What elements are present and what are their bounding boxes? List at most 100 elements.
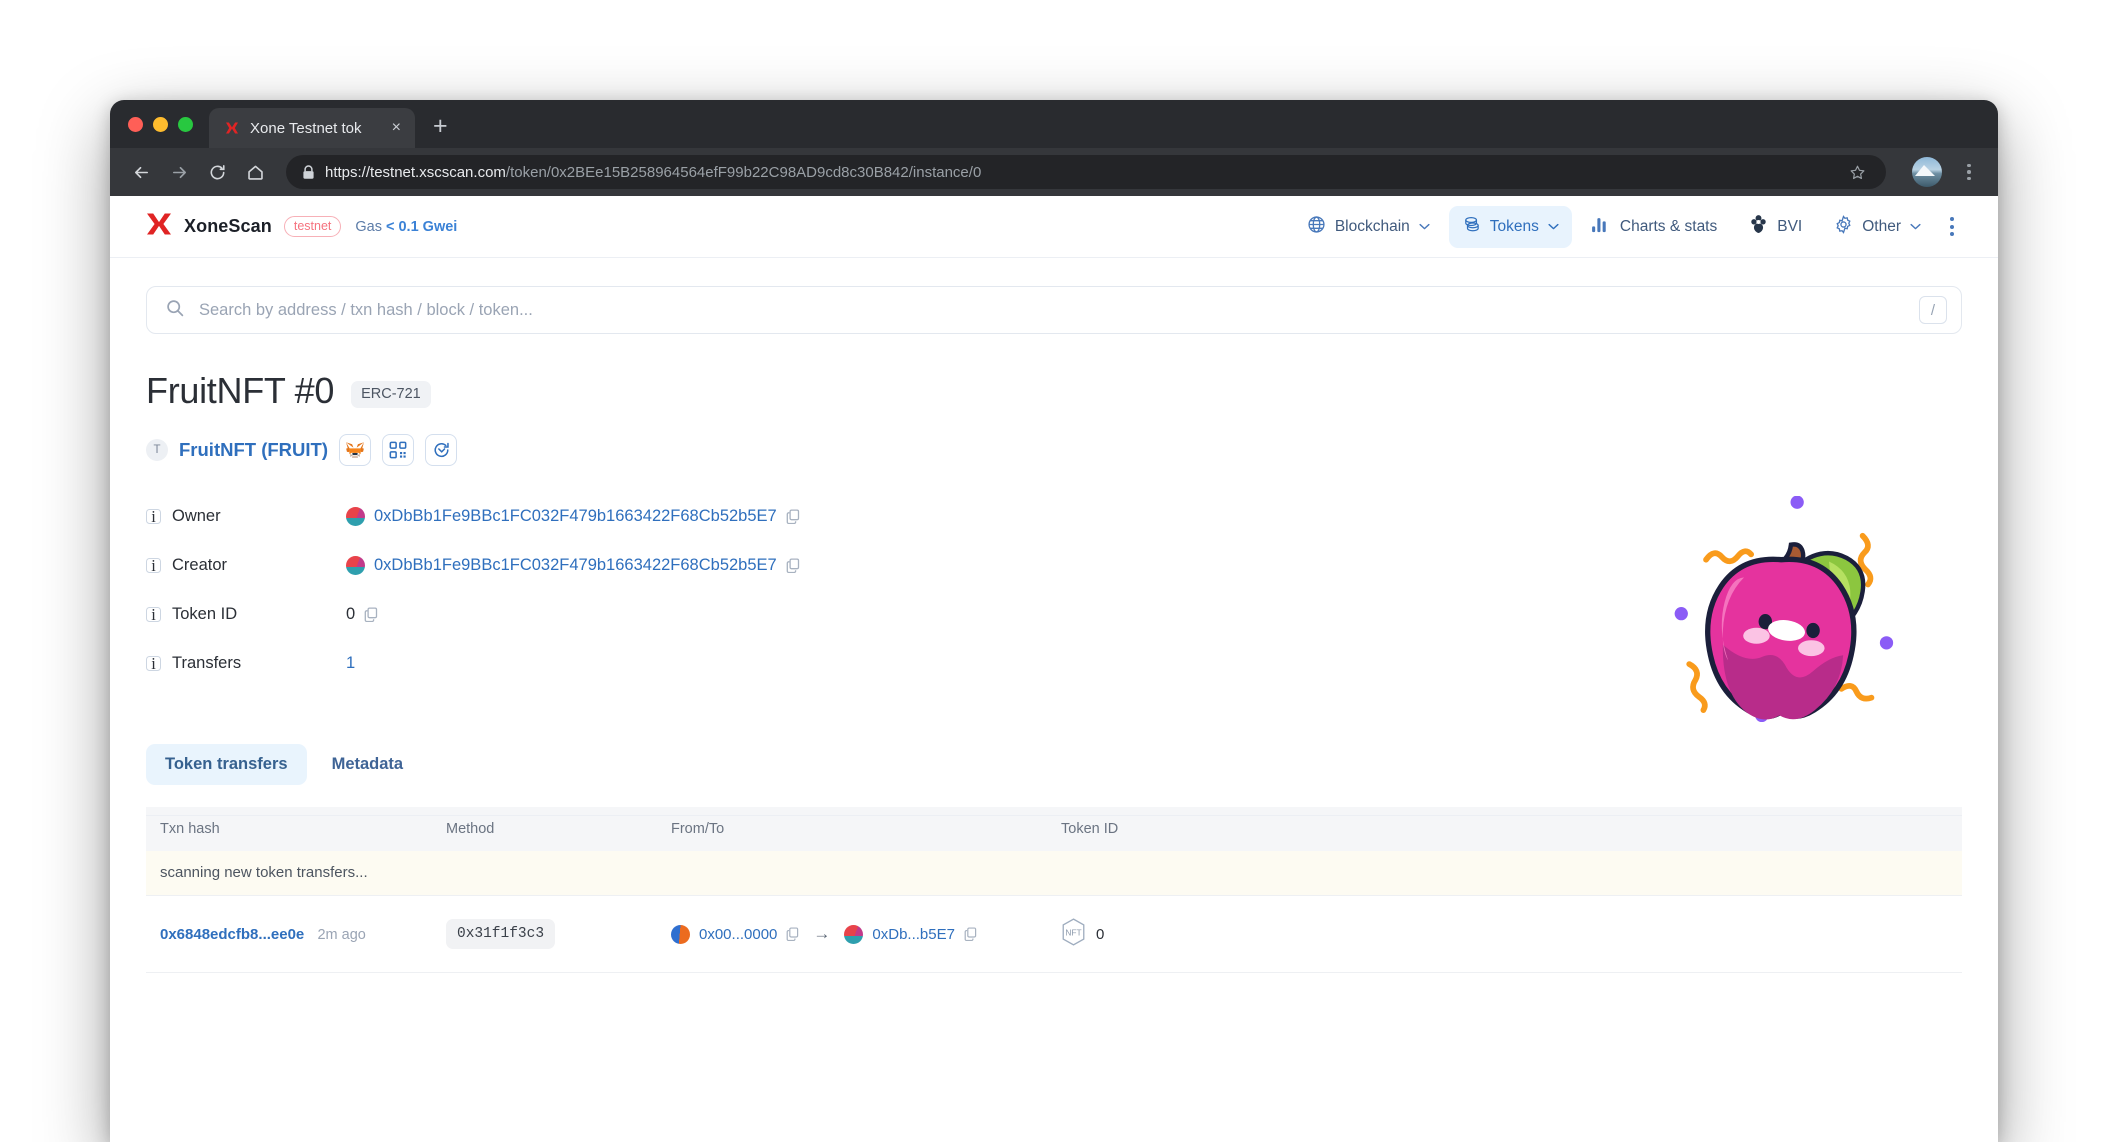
address-bar[interactable]: https://testnet.xscscan.com/token/0x2BEe… (286, 155, 1886, 189)
confetti-dot (1675, 607, 1688, 620)
transfer-arrow-icon: → (813, 924, 830, 944)
refresh-metadata-button[interactable] (425, 434, 457, 466)
nft-hexagon-icon: NFT (1061, 918, 1086, 950)
transfers-count-link[interactable]: 1 (346, 654, 355, 673)
new-tab-button[interactable]: + (433, 114, 448, 139)
owner-address-link[interactable]: 0xDbBb1Fe9BBc1FC032F479b1663422F68Cb52b5… (374, 507, 777, 526)
detail-label-block: i Token ID (146, 605, 346, 624)
tab-metadata[interactable]: Metadata (313, 744, 423, 785)
close-window-button[interactable] (128, 117, 143, 132)
window-traffic-lights (124, 100, 201, 148)
home-button[interactable] (238, 155, 272, 189)
xone-x-icon (223, 119, 241, 137)
copy-icon[interactable] (364, 607, 378, 622)
back-button[interactable] (124, 155, 158, 189)
xonescan-logo (146, 212, 172, 241)
coins-icon (1462, 215, 1481, 239)
token-collection-link[interactable]: FruitNFT (FRUIT) (179, 439, 328, 461)
nav-item-label: Blockchain (1335, 218, 1410, 236)
confetti-dot (1791, 496, 1804, 509)
method-badge: 0x31f1f3c3 (446, 919, 555, 949)
tab-token-transfers[interactable]: Token transfers (146, 744, 307, 785)
url-host: https://testnet.xscscan.com (325, 164, 506, 181)
profile-avatar[interactable] (1912, 157, 1942, 187)
detail-value-block: 0xDbBb1Fe9BBc1FC032F479b1663422F68Cb52b5… (346, 507, 800, 526)
nav-kebab-icon[interactable] (1940, 207, 1964, 246)
scanning-notice-text: scanning new token transfers... (146, 851, 1962, 896)
metamask-add-token-button[interactable] (339, 434, 371, 466)
nav-item-label: Tokens (1490, 218, 1539, 236)
token-id-block: NFT 0 (1061, 918, 1104, 950)
cell-txn-hash: 0x6848edcfb8...ee0e 2m ago (146, 896, 446, 973)
forward-button[interactable] (162, 155, 196, 189)
info-icon[interactable]: i (146, 509, 161, 524)
from-to-block: 0x00...0000 → 0xDb...b5E7 (671, 924, 1061, 944)
detail-value-block: 0xDbBb1Fe9BBc1FC032F479b1663422F68Cb52b5… (346, 556, 800, 575)
eye-right (1806, 623, 1819, 638)
txn-hash-link[interactable]: 0x6848edcfb8...ee0e (160, 926, 304, 943)
detail-value-block: 0 (346, 605, 378, 624)
address-bar-url: https://testnet.xscscan.com/token/0x2BEe… (325, 164, 1832, 181)
creator-address-link[interactable]: 0xDbBb1Fe9BBc1FC032F479b1663422F68Cb52b5… (374, 556, 777, 575)
identicon-from (671, 925, 690, 944)
detail-label: Transfers (172, 654, 241, 673)
maximize-window-button[interactable] (178, 117, 193, 132)
nav-item-bvi[interactable]: BVI (1736, 205, 1815, 248)
lock-icon (302, 165, 315, 180)
nav-item-tokens[interactable]: Tokens (1449, 206, 1572, 248)
column-header-from-to: From/To (671, 807, 1061, 851)
network-badge: testnet (284, 216, 342, 237)
scanning-notice-row: scanning new token transfers... (146, 851, 1962, 896)
search-icon (165, 298, 185, 323)
nav-item-other[interactable]: Other (1821, 206, 1934, 248)
detail-label: Creator (172, 556, 227, 575)
copy-icon[interactable] (786, 558, 800, 573)
detail-label: Owner (172, 507, 221, 526)
detail-label-block: i Owner (146, 507, 346, 526)
content-tabs: Token transfers Metadata (146, 744, 1962, 785)
copy-icon[interactable] (786, 509, 800, 524)
url-path: /token/0x2BEe15B258964564efF99b22C98AD9c… (506, 164, 981, 181)
info-icon[interactable]: i (146, 607, 161, 622)
page-title-row: FruitNFT #0 ERC-721 (146, 370, 1962, 412)
search-placeholder: Search by address / txn hash / block / t… (199, 301, 1905, 320)
table-row: 0x6848edcfb8...ee0e 2m ago 0x31f1f3c3 0x… (146, 896, 1962, 973)
token-avatar: T (146, 439, 168, 461)
info-icon[interactable]: i (146, 558, 161, 573)
column-header-token-id: Token ID (1061, 807, 1962, 851)
detail-label: Token ID (172, 605, 237, 624)
search-shortcut-badge: / (1919, 296, 1947, 324)
copy-icon[interactable] (786, 927, 799, 941)
from-address-link[interactable]: 0x00...0000 (699, 926, 777, 943)
gas-label: Gas (355, 219, 386, 235)
nav-item-charts-stats[interactable]: Charts & stats (1578, 206, 1730, 248)
gas-tracker[interactable]: Gas < 0.1 Gwei (355, 219, 457, 235)
detail-label-block: i Creator (146, 556, 346, 575)
reload-button[interactable] (200, 155, 234, 189)
site-header: XoneScan testnet Gas < 0.1 Gwei Blockcha… (110, 196, 1998, 258)
token-standard-badge: ERC-721 (351, 381, 431, 408)
chevron-down-icon (1548, 221, 1559, 233)
cell-token-id: NFT 0 (1061, 896, 1962, 973)
qr-code-button[interactable] (382, 434, 414, 466)
fruit-nft-apple-artwork (1668, 496, 1898, 726)
identicon-to (844, 925, 863, 944)
column-header-method: Method (446, 807, 671, 851)
info-icon[interactable]: i (146, 656, 161, 671)
copy-icon[interactable] (964, 927, 977, 941)
page-content: Search by address / txn hash / block / t… (110, 286, 1998, 973)
search-input[interactable]: Search by address / txn hash / block / t… (146, 286, 1962, 334)
page-viewport: XoneScan testnet Gas < 0.1 Gwei Blockcha… (110, 196, 1998, 1142)
nav-item-blockchain[interactable]: Blockchain (1294, 206, 1443, 248)
blush-left (1743, 628, 1770, 644)
browser-menu-icon[interactable] (1954, 155, 1984, 189)
browser-tab-strip: Xone Testnet tok × + (110, 100, 1998, 148)
close-tab-button[interactable]: × (390, 118, 403, 138)
browser-tab[interactable]: Xone Testnet tok × (209, 108, 415, 148)
brand-block[interactable]: XoneScan testnet (146, 212, 341, 241)
minimize-window-button[interactable] (153, 117, 168, 132)
gear-icon (1834, 215, 1853, 239)
nav-item-label: Charts & stats (1620, 218, 1717, 236)
bookmark-star-icon[interactable] (1842, 157, 1872, 187)
to-address-link[interactable]: 0xDb...b5E7 (872, 926, 955, 943)
